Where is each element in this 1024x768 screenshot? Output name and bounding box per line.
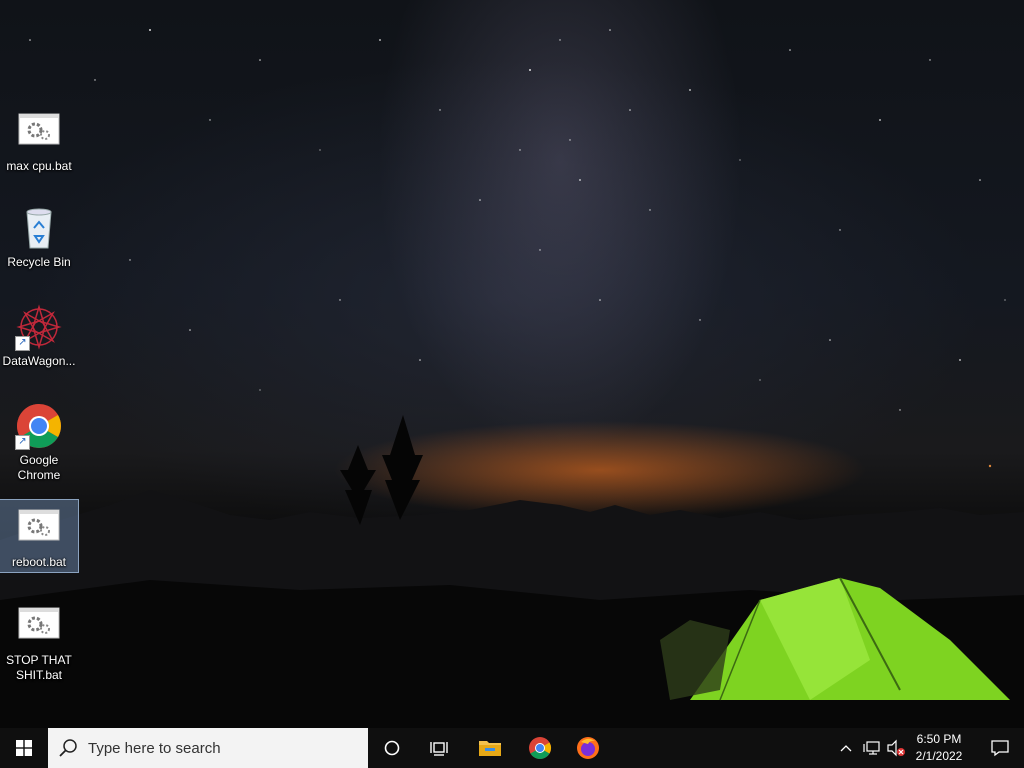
network-icon <box>863 741 880 755</box>
desktop-icon-label: DataWagon... <box>2 354 76 368</box>
desktop-wallpaper: max cpu.bat Recycle Bin ↗ DataWagon... ↗… <box>0 0 1024 728</box>
batch-file-icon <box>15 504 63 552</box>
task-view-button[interactable] <box>416 728 464 768</box>
chrome-icon <box>529 737 551 759</box>
shortcut-arrow-icon: ↗ <box>15 336 30 351</box>
cortana-button[interactable] <box>368 728 416 768</box>
start-button[interactable] <box>0 728 48 768</box>
taskbar-firefox[interactable] <box>564 728 612 768</box>
chrome-icon: ↗ <box>15 402 63 450</box>
desktop-icon-label: Recycle Bin <box>7 255 71 269</box>
windows-logo-icon <box>16 740 32 756</box>
search-placeholder: Type here to search <box>88 739 221 757</box>
desktop-icon-recycle-bin[interactable]: Recycle Bin <box>0 204 78 270</box>
chevron-up-icon <box>840 745 852 752</box>
search-icon <box>59 739 77 757</box>
network-button[interactable] <box>860 728 884 768</box>
clock-time: 6:50 PM <box>916 732 962 746</box>
recycle-bin-icon <box>15 204 63 252</box>
firefox-icon <box>577 737 599 759</box>
clock[interactable]: 6:50 PM 2/1/2022 <box>908 728 970 768</box>
notification-icon <box>991 740 1009 757</box>
volume-button[interactable] <box>884 728 908 768</box>
desktop-icon-datawagon[interactable]: ↗ DataWagon... <box>0 303 78 369</box>
action-center-button[interactable] <box>976 728 1024 768</box>
desktop-icon-label: STOP THAT SHIT.bat <box>6 653 72 682</box>
batch-file-icon <box>15 108 63 156</box>
desktop-icon-label: max cpu.bat <box>6 159 72 173</box>
cortana-icon <box>384 740 400 756</box>
shortcut-arrow-icon: ↗ <box>15 435 30 450</box>
desktop-icon-label: Google Chrome <box>17 453 61 482</box>
desktop-icon-max-cpu[interactable]: max cpu.bat <box>0 108 78 174</box>
taskbar: Type here to search 6:50 PM 2/1/2022 <box>0 728 1024 768</box>
clock-date: 2/1/2022 <box>915 749 963 763</box>
desktop-icon-reboot[interactable]: reboot.bat <box>0 499 79 573</box>
desktop-icon-google-chrome[interactable]: ↗ Google Chrome <box>0 402 78 483</box>
taskbar-chrome[interactable] <box>516 728 564 768</box>
mountain-landscape <box>0 415 1024 728</box>
taskbar-search-box[interactable]: Type here to search <box>48 728 368 768</box>
volume-muted-icon <box>887 739 905 757</box>
file-explorer-icon <box>479 741 501 756</box>
datawagon-icon: ↗ <box>15 303 63 351</box>
batch-file-icon <box>15 602 63 650</box>
desktop-icon-label: reboot.bat <box>11 555 67 569</box>
show-hidden-icons-button[interactable] <box>836 728 856 768</box>
desktop-icon-stop-that[interactable]: STOP THAT SHIT.bat <box>0 602 78 683</box>
taskbar-file-explorer[interactable] <box>466 728 514 768</box>
task-view-icon <box>430 742 448 756</box>
